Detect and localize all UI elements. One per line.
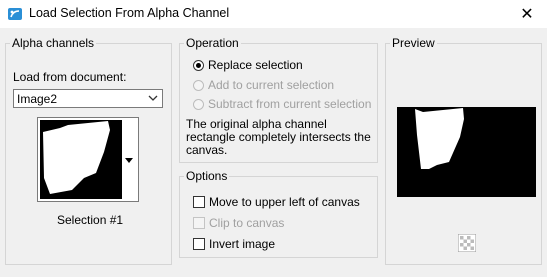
preview-background-toggle-button[interactable] xyxy=(457,233,477,253)
radio-indicator xyxy=(193,98,204,110)
move-to-upper-left-label: Move to upper left of canvas xyxy=(209,195,360,209)
close-icon: ✕ xyxy=(520,6,534,23)
clip-to-canvas-label: Clip to canvas xyxy=(209,216,285,230)
move-to-upper-left-checkbox[interactable]: Move to upper left of canvas xyxy=(193,195,360,209)
radio-indicator xyxy=(193,59,204,71)
selection-caption: Selection #1 xyxy=(57,213,124,227)
alpha-channels-legend: Alpha channels xyxy=(12,36,95,50)
preview-canvas xyxy=(397,107,536,197)
radio-indicator xyxy=(193,79,204,91)
operation-legend: Operation xyxy=(186,36,239,50)
close-button[interactable]: ✕ xyxy=(507,0,547,28)
document-dropdown[interactable]: Image2 xyxy=(13,89,163,108)
title-bar: Load Selection From Alpha Channel ✕ xyxy=(0,0,547,28)
caret-down-icon xyxy=(125,158,133,163)
window-title: Load Selection From Alpha Channel xyxy=(29,6,230,20)
add-to-selection-radio[interactable]: Add to current selection xyxy=(193,78,334,92)
checkbox-indicator xyxy=(193,217,205,229)
preview-image xyxy=(397,107,536,197)
checkbox-indicator xyxy=(193,196,205,208)
load-from-document-label: Load from document: xyxy=(13,70,127,84)
info-line: canvas. xyxy=(186,143,228,157)
options-legend: Options xyxy=(186,169,228,183)
paint-app-icon xyxy=(8,8,22,20)
clip-to-canvas-checkbox[interactable]: Clip to canvas xyxy=(193,216,284,230)
subtract-from-selection-radio[interactable]: Subtract from current selection xyxy=(193,97,371,111)
chevron-down-icon xyxy=(148,95,158,101)
checkerboard-icon xyxy=(457,233,477,253)
invert-image-checkbox[interactable]: Invert image xyxy=(193,237,275,251)
replace-selection-label: Replace selection xyxy=(208,58,303,72)
checkbox-indicator xyxy=(193,238,205,250)
intersection-info-text: The original alpha channel rectangle com… xyxy=(186,118,372,157)
add-to-selection-label: Add to current selection xyxy=(208,78,335,92)
invert-image-label: Invert image xyxy=(209,237,276,251)
replace-selection-radio[interactable]: Replace selection xyxy=(193,58,303,72)
thumbnail-dropdown-button[interactable] xyxy=(121,119,137,200)
subtract-from-selection-label: Subtract from current selection xyxy=(208,97,372,111)
preview-legend: Preview xyxy=(392,36,435,50)
document-dropdown-value: Image2 xyxy=(17,92,58,106)
